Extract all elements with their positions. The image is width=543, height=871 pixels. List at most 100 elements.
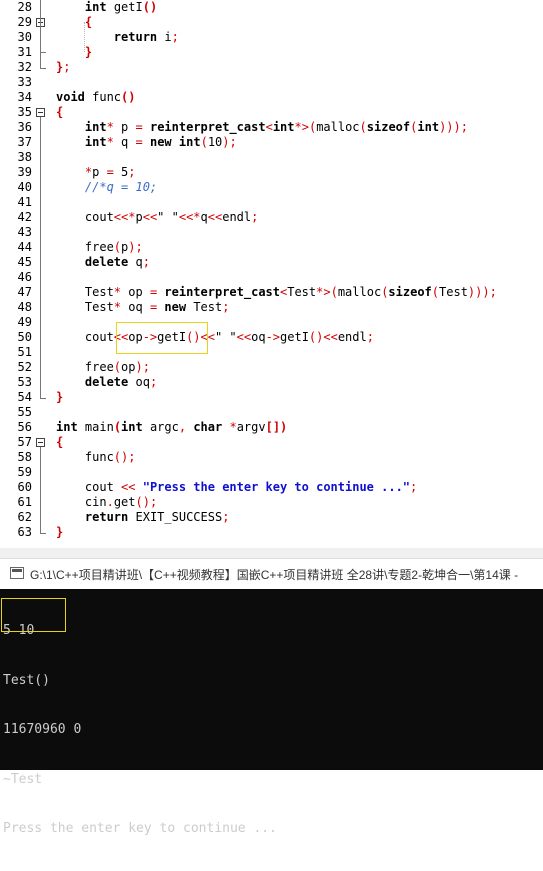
code-line[interactable]: 46 [0,270,543,285]
code-token: Test [56,300,114,314]
code-token: * [113,300,122,314]
code-line[interactable]: 35 { [0,105,543,120]
line-number: 56 [17,420,32,434]
code-line[interactable]: 59 [0,465,543,480]
code-line[interactable]: 38 [0,150,543,165]
code-text: //*q = 10; [56,180,157,195]
code-text: { [56,105,63,120]
line-number: 44 [17,240,32,254]
code-token: endl [222,210,252,224]
code-token: cout [56,330,114,344]
code-token: <<* [113,210,136,224]
console-output: 5 10 Test() 11670960 0 ~Test Press the e… [3,590,277,871]
console-titlebar[interactable]: G:\1\C++项目精讲班\【C++视频教程】国嵌C++项目精讲班 全28讲\专… [0,558,543,589]
code-text: } [56,45,92,60]
code-token: p [92,165,107,179]
code-token: return [84,510,129,524]
code-token: p [135,210,143,224]
code-line[interactable]: 41 [0,195,543,210]
code-token: ))); [467,285,497,299]
code-line[interactable]: 54} [0,390,543,405]
code-line[interactable]: 49 [0,315,543,330]
code-line[interactable]: 57 { [0,435,543,450]
code-token: malloc [316,120,360,134]
code-line[interactable]: 43 [0,225,543,240]
code-line[interactable]: 53 delete oq; [0,375,543,390]
code-token: "Press the enter key to continue ..." [142,480,411,494]
line-number: 49 [17,315,32,329]
line-number: 61 [17,495,32,509]
line-number: 30 [17,30,32,44]
code-line[interactable]: 45 delete q; [0,255,543,270]
code-text: *p = 5; [56,165,136,180]
code-text: { [56,435,63,450]
line-number: 47 [17,285,32,299]
code-line[interactable]: 32}; [0,60,543,75]
line-number: 58 [17,450,32,464]
code-line[interactable]: 50 cout<<op->getI()<<" "<<oq->getI()<<en… [0,330,543,345]
code-line[interactable]: 44 free(p); [0,240,543,255]
code-token: (); [113,450,136,464]
code-line[interactable]: 28 int getI() [0,0,543,15]
code-line[interactable]: 58 func(); [0,450,543,465]
code-token: q [128,255,143,269]
code-line[interactable]: 60 cout << "Press the enter key to conti… [0,480,543,495]
code-token: getI [106,0,143,14]
code-token: get [113,495,136,509]
code-token: int [84,120,107,134]
code-token: << [142,210,158,224]
fold-toggle-icon[interactable] [36,108,45,117]
code-line[interactable]: 56 int main(int argc, char *argv[]) [0,420,543,435]
code-token: << [121,480,136,494]
fold-toggle-icon[interactable] [36,438,45,447]
line-number: 32 [17,60,32,74]
line-number: 36 [17,120,32,134]
code-line[interactable]: 37 int* q = new int(10); [0,135,543,150]
code-line[interactable]: 36 int* p = reinterpret_cast<int*>(mallo… [0,120,543,135]
code-line[interactable]: 55 [0,405,543,420]
code-token: } [56,390,64,404]
line-number: 54 [17,390,32,404]
code-line[interactable]: 33 [0,75,543,90]
code-line[interactable]: 63} [0,525,543,540]
code-line[interactable]: 34 void func() [0,90,543,105]
code-text: return i; [56,30,179,45]
code-line[interactable]: 52 free(op); [0,360,543,375]
code-line[interactable]: 51 [0,345,543,360]
code-line[interactable]: 47 Test* op = reinterpret_cast<Test*>(ma… [0,285,543,300]
code-text: func(); [56,450,136,465]
code-text: } [56,390,63,405]
console-highlight-box [1,598,66,632]
code-text: int* p = reinterpret_cast<int*>(malloc(s… [56,120,468,135]
code-token: func [56,450,114,464]
line-number: 41 [17,195,32,209]
code-line[interactable]: 39 *p = 5; [0,165,543,180]
code-line[interactable]: 30 return i; [0,30,543,45]
code-line[interactable]: 31 } [0,45,543,60]
code-line[interactable]: 62 return EXIT_SUCCESS; [0,510,543,525]
code-token: <<* [178,210,201,224]
code-token: Test [439,285,468,299]
code-line[interactable]: 29 { [0,15,543,30]
code-line[interactable]: 40 //*q = 10; [0,180,543,195]
console-line: 11670960 0 [3,722,82,737]
code-token: new [149,135,172,149]
code-token: . [106,495,114,509]
code-editor[interactable]: 28 int getI() 29 {30 return i; 31 } 32}; 33 3… [0,0,543,548]
code-token: ; [149,375,158,389]
code-token: reinterpret_cast [164,285,280,299]
console-window[interactable]: G:\1\C++项目精讲班\【C++视频教程】国嵌C++项目精讲班 全28讲\专… [0,558,543,836]
code-token: q [200,210,208,224]
code-line[interactable]: 61 cin.get(); [0,495,543,510]
code-text: int main(int argc, char *argv[]) [56,420,287,435]
code-line[interactable]: 42 cout<<*p<<" "<<*q<<endl; [0,210,543,225]
code-token: { [56,435,64,449]
code-line[interactable]: 48 Test* oq = new Test; [0,300,543,315]
fold-line [40,0,41,68]
code-token: []) [265,420,288,434]
code-text: cout<<op->getI()<<" "<<oq->getI()<<endl; [56,330,374,345]
window-gap [0,548,543,558]
